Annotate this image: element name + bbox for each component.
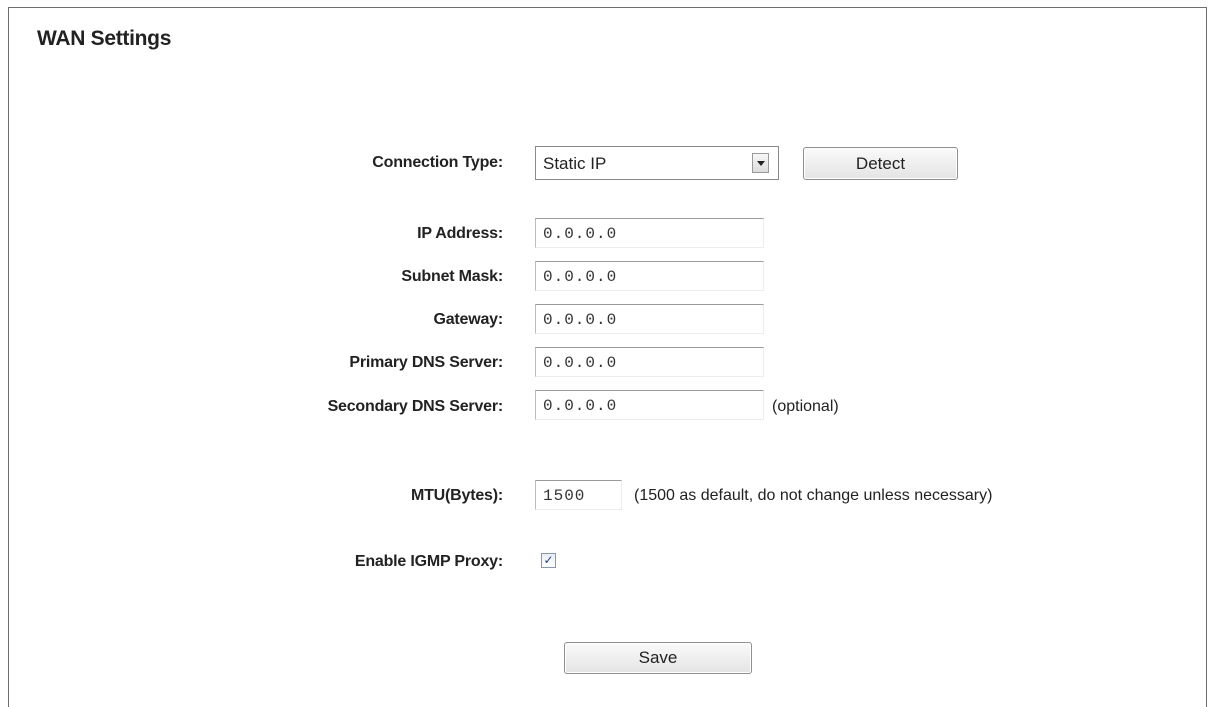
save-button[interactable]: Save: [564, 642, 752, 674]
ip-address-field[interactable]: 0.0.0.0: [535, 218, 764, 248]
page-title: WAN Settings: [37, 27, 172, 50]
primary-dns-field[interactable]: 0.0.0.0: [535, 347, 764, 377]
primary-dns-label: Primary DNS Server:: [349, 354, 503, 371]
igmp-proxy-label: Enable IGMP Proxy:: [354, 553, 503, 570]
chevron-down-icon[interactable]: [752, 153, 769, 173]
mtu-note: (1500 as default, do not change unless n…: [634, 487, 993, 504]
connection-type-value: Static IP: [543, 154, 607, 173]
connection-type-label: Connection Type:: [372, 154, 503, 171]
gateway-field[interactable]: 0.0.0.0: [535, 304, 764, 334]
ip-address-label: IP Address:: [417, 225, 503, 242]
igmp-proxy-checkbox[interactable]: ✓: [541, 553, 556, 568]
subnet-mask-label: Subnet Mask:: [401, 268, 503, 285]
mtu-label: MTU(Bytes):: [410, 487, 503, 504]
optional-note: (optional): [772, 398, 839, 415]
secondary-dns-label: Secondary DNS Server:: [327, 398, 504, 415]
gateway-label: Gateway:: [433, 311, 503, 328]
mtu-field[interactable]: 1500: [535, 480, 622, 510]
connection-type-select[interactable]: Static IP: [535, 146, 779, 180]
secondary-dns-field[interactable]: 0.0.0.0: [535, 390, 764, 420]
subnet-mask-field[interactable]: 0.0.0.0: [535, 261, 764, 291]
detect-button[interactable]: Detect: [803, 147, 958, 180]
